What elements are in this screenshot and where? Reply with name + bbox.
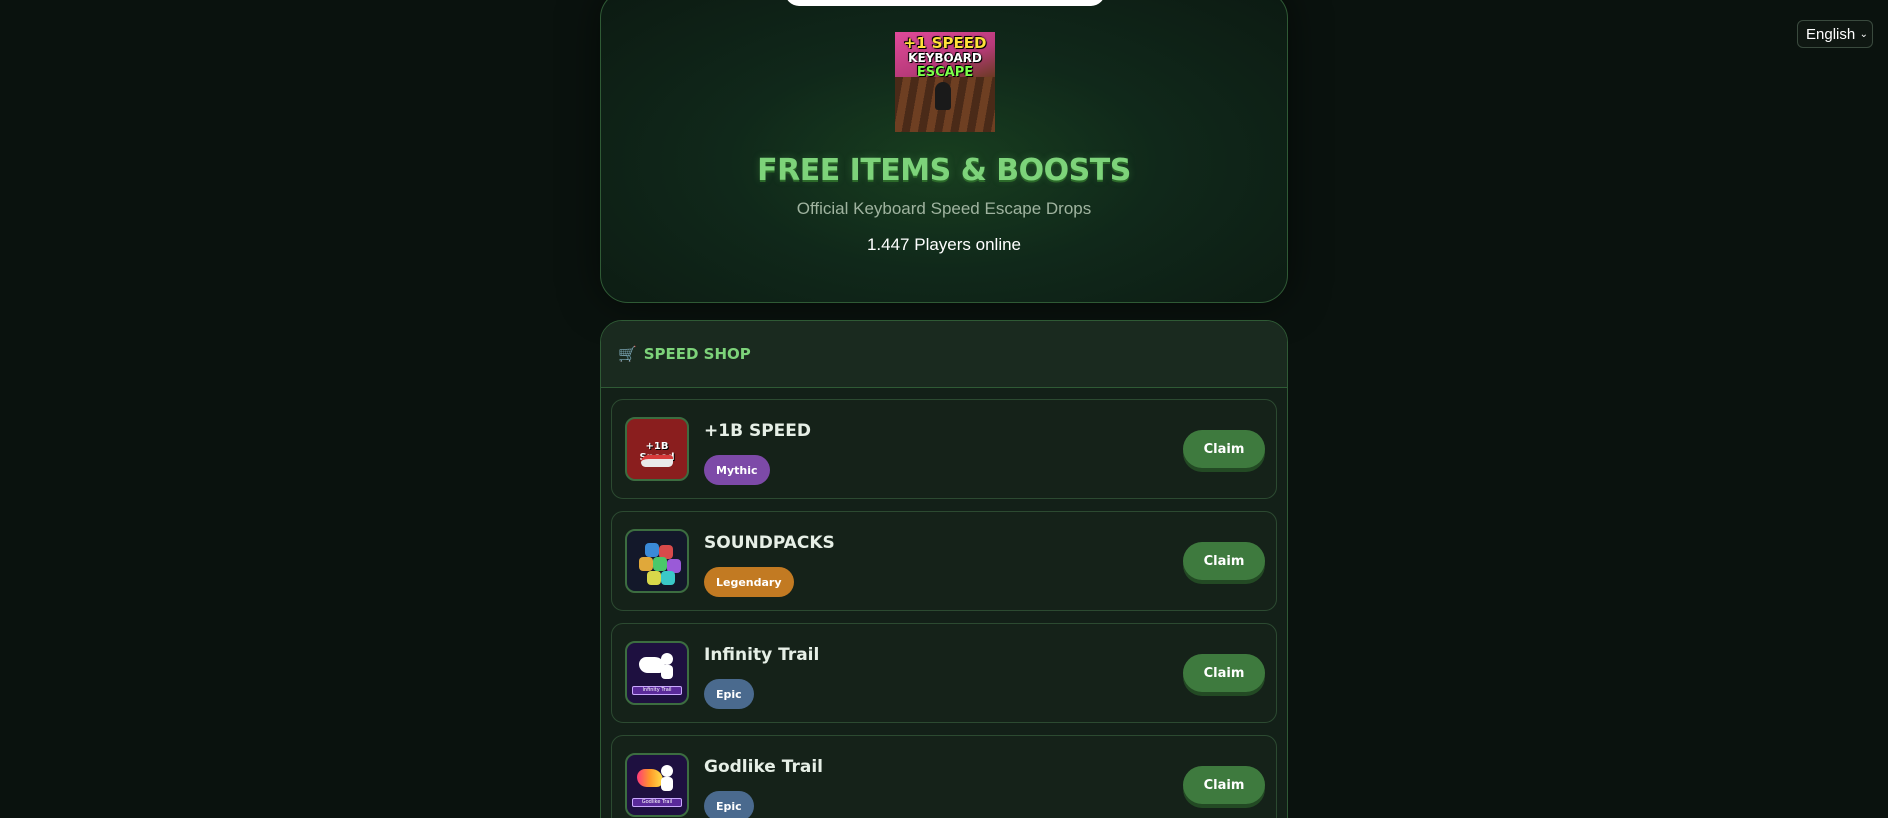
rarity-badge: Epic [704,679,754,709]
infinity-trail-icon: Infinity Trail [625,641,689,705]
page-subtitle: Official Keyboard Speed Escape Drops [796,199,1092,218]
players-online: 1.447 Players online [866,235,1022,254]
logo-line-2: KEYBOARD [908,51,982,65]
claim-button[interactable]: Claim [1183,430,1265,468]
logo-line-1: +1 SPEED [903,34,987,52]
rarity-badge: Legendary [704,567,794,597]
game-logo: +1 SPEED KEYBOARD ESCAPE [895,32,995,132]
shop-item: SOUNDPACKS Legendary Claim [611,511,1277,611]
runner-figure [935,82,951,110]
item-name: Infinity Trail [704,645,820,665]
language-select[interactable]: English ⌄ [1797,20,1873,48]
thumb-label: Godlike Trail [632,798,682,807]
language-select-value: English [1806,25,1856,43]
claim-button[interactable]: Claim [1183,542,1265,580]
claim-button[interactable]: Claim [1183,654,1265,692]
thumb-label: Infinity Trail [632,686,682,695]
chevron-down-icon: ⌄ [1859,28,1868,40]
top-pill [785,0,1105,6]
hero-card: +1 SPEED KEYBOARD ESCAPE FREE ITEMS & BO… [600,0,1288,303]
rarity-badge: Mythic [704,455,770,485]
shop-item: +1B Speed +1B SPEED Mythic Claim [611,399,1277,499]
item-name: +1B SPEED [704,421,811,441]
page-title: FREE ITEMS & BOOSTS [757,153,1131,188]
shop-title: SPEED SHOP [643,345,751,363]
godlike-trail-icon: Godlike Trail [625,753,689,817]
shop-item: Infinity Trail Infinity Trail Epic Claim [611,623,1277,723]
shop-item: Godlike Trail Godlike Trail Epic Claim [611,735,1277,818]
item-name: Godlike Trail [704,757,823,777]
speed-shop: 🛒 SPEED SHOP +1B Speed +1B SPEED Mythic … [600,320,1288,818]
shop-header: 🛒 SPEED SHOP [601,321,1287,388]
logo-line-3: ESCAPE [916,65,974,80]
rarity-badge: Epic [704,791,754,818]
cart-icon: 🛒 [618,345,637,363]
claim-button[interactable]: Claim [1183,766,1265,804]
soundpacks-icon [625,529,689,593]
speed-shoe-icon: +1B Speed [625,417,689,481]
item-name: SOUNDPACKS [704,533,835,553]
